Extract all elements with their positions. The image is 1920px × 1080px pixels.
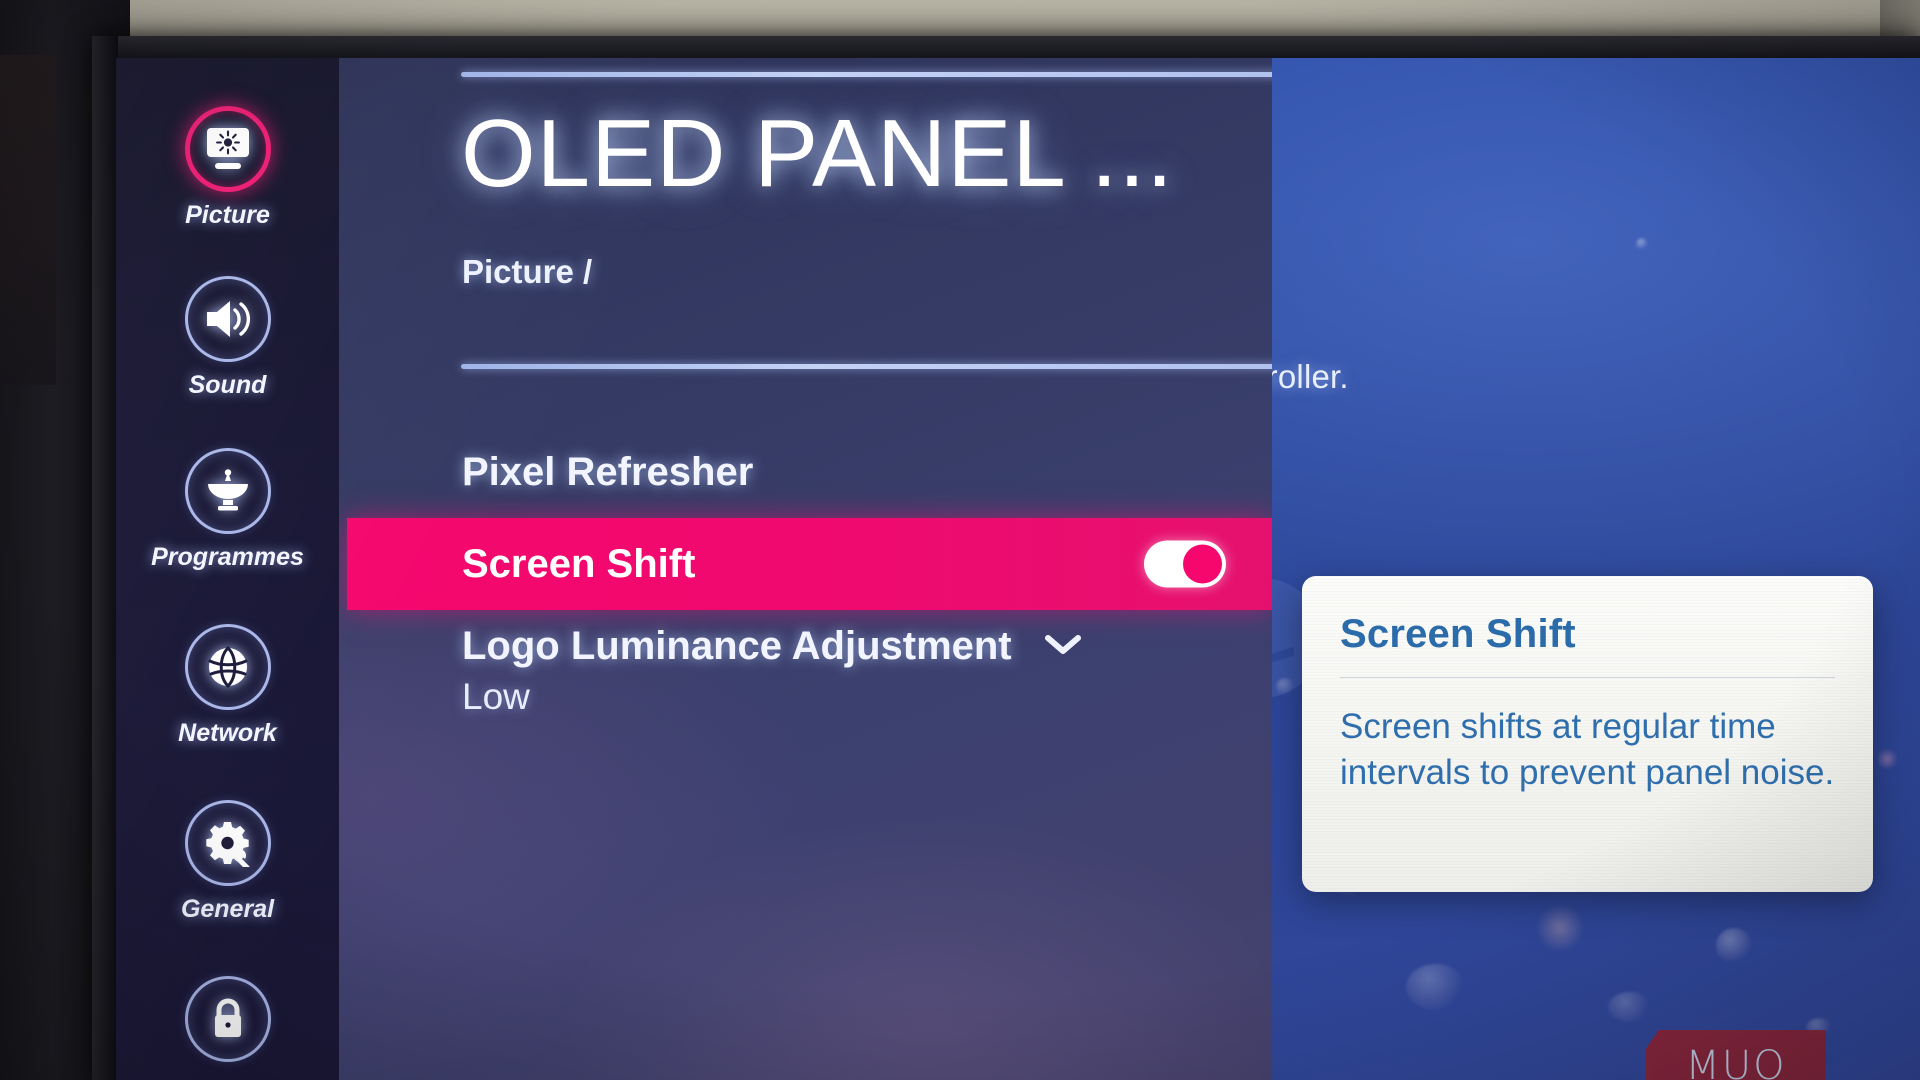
menu-item-label: Logo Luminance Adjustment [462, 624, 1012, 668]
sidebar-item-label: Sound [188, 371, 267, 399]
page-title: OLED PANEL ... [461, 100, 1174, 207]
sidebar-item-label: Network [178, 719, 277, 747]
bokeh-particle [1608, 992, 1652, 1022]
globe-icon [204, 643, 252, 691]
chevron-down-icon[interactable] [1042, 624, 1084, 666]
muo-watermark: MUO [1646, 1030, 1826, 1080]
sidebar-item-network[interactable]: Network [116, 624, 339, 748]
tooltip-divider [1340, 677, 1835, 678]
padlock-icon [208, 995, 248, 1043]
bokeh-particle [1876, 748, 1898, 770]
gear-wrench-icon [203, 819, 253, 867]
settings-content: OLED PANEL ... Picture / Pixel Refresher [339, 58, 1272, 1080]
sidebar-icon-ring-general [184, 800, 271, 886]
screen-shift-toggle[interactable] [1144, 540, 1226, 588]
settings-menu-list: Pixel Refresher Screen Shift Logo Lumina… [339, 426, 1272, 736]
muo-watermark-text: MUO [1685, 1043, 1787, 1080]
sidebar-icon-ring-network [184, 624, 271, 710]
settings-sidebar: Picture Sound Programmes Network General [116, 58, 339, 1080]
header-divider-top [461, 72, 1272, 77]
bokeh-particle [1716, 928, 1752, 964]
sidebar-item-label: Programmes [151, 543, 304, 571]
menu-item-screen-shift[interactable]: Screen Shift [347, 518, 1272, 610]
sidebar-item-label: Picture [185, 201, 270, 229]
sidebar-icon-ring-picture [184, 106, 271, 192]
toggle-knob [1183, 544, 1222, 584]
sidebar-item-programmes[interactable]: Programmes [116, 448, 339, 572]
lg-settings-panel: Picture Sound Programmes Network General… [116, 58, 1272, 1080]
sidebar-item-sound[interactable]: Sound [116, 276, 339, 400]
menu-item-value: Low [462, 676, 530, 717]
sidebar-icon-ring-sound [184, 276, 271, 362]
header-divider-bottom [461, 364, 1272, 369]
satellite-dish-icon [203, 468, 253, 514]
sidebar-icon-ring-programmes [184, 448, 271, 534]
sidebar-icon-ring-safety [184, 976, 271, 1062]
tv-screen: Press the PS button on your controller. [116, 58, 1920, 1080]
picture-brightness-icon [202, 126, 254, 172]
breadcrumb: Picture / [462, 253, 593, 290]
menu-item-logo-luminance-adjustment[interactable]: Logo Luminance Adjustment Low [339, 610, 1272, 736]
menu-item-label: Pixel Refresher [462, 449, 754, 494]
help-tooltip: Screen Shift Screen shifts at regular ti… [1302, 576, 1873, 892]
tooltip-title: Screen Shift [1340, 612, 1576, 656]
tooltip-body: Screen shifts at regular time intervals … [1340, 707, 1835, 793]
bokeh-particle [1536, 904, 1584, 952]
speaker-icon [203, 297, 253, 341]
sidebar-item-picture[interactable]: Picture [116, 106, 339, 230]
dark-wall-panel [0, 55, 56, 385]
photograph-of-tv: Press the PS button on your controller. [0, 0, 1920, 1080]
sidebar-item-safety[interactable] [116, 976, 339, 1071]
menu-item-pixel-refresher[interactable]: Pixel Refresher [339, 426, 1272, 518]
sidebar-item-label: General [180, 895, 275, 923]
tv-bezel-left [92, 36, 118, 1080]
bokeh-particle [1406, 964, 1466, 1010]
bokeh-particle [1636, 238, 1648, 250]
menu-item-label: Screen Shift [462, 541, 696, 586]
sidebar-item-general[interactable]: General [116, 800, 339, 924]
